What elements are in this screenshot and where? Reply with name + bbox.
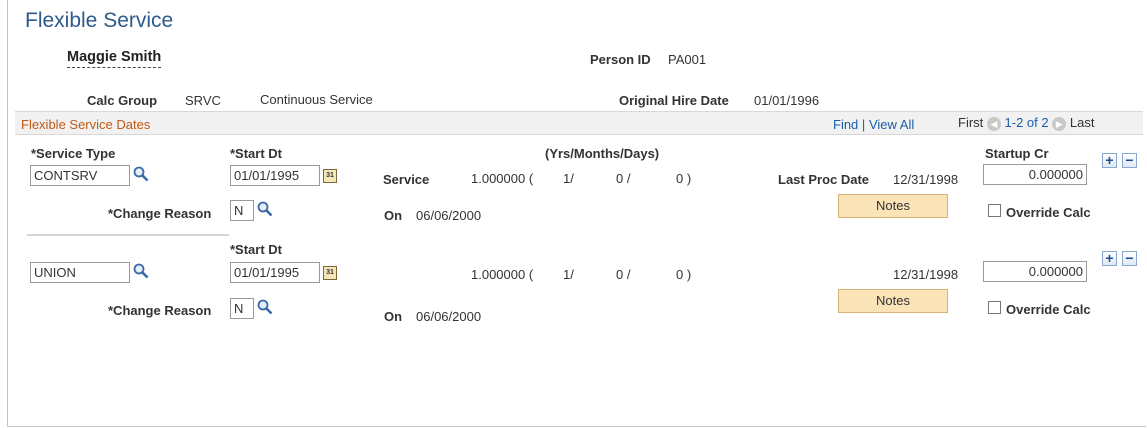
calc-group-value: SRVC bbox=[185, 93, 221, 108]
yrs-months-days-label: (Yrs/Months/Days) bbox=[545, 146, 660, 161]
start-dt-label: *Start Dt bbox=[230, 146, 283, 161]
magnifier-icon[interactable] bbox=[133, 166, 149, 182]
change-reason-input[interactable]: N bbox=[230, 200, 254, 221]
notes-button[interactable]: Notes bbox=[838, 194, 948, 218]
last-proc-date-value: 12/31/1998 bbox=[893, 267, 959, 282]
grid-pager: First ◀ 1-2 of 2 ▶ Last bbox=[958, 115, 1094, 131]
find-link[interactable]: Find bbox=[833, 117, 858, 132]
override-calc-checkbox[interactable] bbox=[988, 301, 1001, 314]
last-label[interactable]: Last bbox=[1070, 115, 1095, 130]
person-name: Maggie Smith bbox=[67, 49, 162, 68]
service-days: 0 ) bbox=[676, 267, 692, 282]
previous-icon[interactable]: ◀ bbox=[986, 116, 1001, 131]
page-range: 1-2 of 2 bbox=[1004, 115, 1049, 130]
calendar-icon[interactable]: 31 bbox=[323, 169, 337, 183]
service-years: 1/ bbox=[563, 171, 574, 186]
on-date-value: 06/06/2000 bbox=[416, 208, 482, 223]
on-label: On bbox=[384, 309, 403, 324]
service-label: Service bbox=[383, 172, 430, 187]
page-title: Flexible Service bbox=[25, 9, 174, 32]
calc-group-label: Calc Group bbox=[87, 93, 158, 108]
next-icon[interactable]: ▶ bbox=[1052, 116, 1067, 131]
row-divider bbox=[27, 234, 229, 236]
original-hire-date-value: 01/01/1996 bbox=[754, 93, 820, 108]
separator: | bbox=[861, 117, 866, 132]
service-value: 1.000000 ( bbox=[471, 267, 534, 282]
override-calc-label: Override Calc bbox=[1006, 205, 1091, 220]
last-proc-date-value: 12/31/1998 bbox=[893, 172, 959, 187]
override-calc-checkbox[interactable] bbox=[988, 204, 1001, 217]
grid-title: Flexible Service Dates bbox=[21, 117, 151, 132]
on-date-value: 06/06/2000 bbox=[416, 309, 482, 324]
on-label: On bbox=[384, 208, 403, 223]
person-id-value: PA001 bbox=[668, 52, 707, 67]
start-dt-input[interactable]: 01/01/1995 bbox=[230, 165, 320, 186]
service-type-label: *Service Type bbox=[31, 146, 116, 161]
last-proc-date-label: Last Proc Date bbox=[778, 172, 870, 187]
service-type-input[interactable]: CONTSRV bbox=[30, 165, 130, 186]
magnifier-icon[interactable] bbox=[133, 263, 149, 279]
change-reason-input[interactable]: N bbox=[230, 298, 254, 319]
delete-row-button[interactable]: − bbox=[1122, 251, 1137, 266]
change-reason-label: *Change Reason bbox=[108, 303, 212, 318]
grid-nav: Find | View All bbox=[833, 117, 914, 132]
add-row-button[interactable]: + bbox=[1102, 251, 1117, 266]
service-years: 1/ bbox=[563, 267, 574, 282]
calc-group-description: Continuous Service bbox=[260, 92, 373, 107]
start-dt-input[interactable]: 01/01/1995 bbox=[230, 262, 320, 283]
startup-cr-input[interactable]: 0.000000 bbox=[983, 261, 1087, 282]
view-all-link[interactable]: View All bbox=[869, 117, 914, 132]
startup-cr-input[interactable]: 0.000000 bbox=[983, 164, 1087, 185]
start-dt-label: *Start Dt bbox=[230, 242, 283, 257]
person-id-label: Person ID bbox=[590, 52, 651, 67]
service-days: 0 ) bbox=[676, 171, 692, 186]
change-reason-label: *Change Reason bbox=[108, 206, 212, 221]
service-months: 0 / bbox=[616, 267, 631, 282]
magnifier-icon[interactable] bbox=[257, 201, 273, 217]
calendar-icon[interactable]: 31 bbox=[323, 266, 337, 280]
startup-cr-label: Startup Cr bbox=[985, 146, 1049, 161]
first-label[interactable]: First bbox=[958, 115, 983, 130]
override-calc-label: Override Calc bbox=[1006, 302, 1091, 317]
service-months: 0 / bbox=[616, 171, 631, 186]
notes-button[interactable]: Notes bbox=[838, 289, 948, 313]
add-row-button[interactable]: + bbox=[1102, 153, 1117, 168]
service-value: 1.000000 ( bbox=[471, 171, 534, 186]
service-type-input[interactable]: UNION bbox=[30, 262, 130, 283]
magnifier-icon[interactable] bbox=[257, 299, 273, 315]
delete-row-button[interactable]: − bbox=[1122, 153, 1137, 168]
grid-header: Flexible Service Dates Find | View All F… bbox=[15, 111, 1143, 135]
original-hire-date-label: Original Hire Date bbox=[619, 93, 729, 108]
